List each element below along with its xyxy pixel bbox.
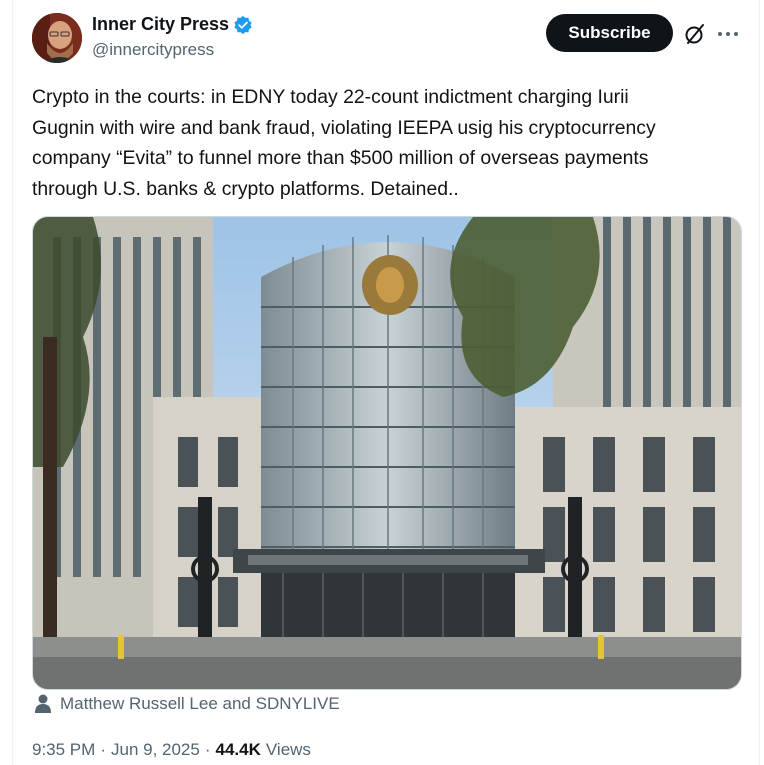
tweet-photo[interactable] <box>32 216 742 690</box>
meta-separator-2: · <box>204 740 211 759</box>
tweet-time[interactable]: 9:35 PM <box>32 740 95 760</box>
grok-icon[interactable] <box>683 22 707 46</box>
views-count[interactable]: 44.4K <box>216 740 261 760</box>
views-label: Views <box>265 740 311 759</box>
media-credit-text[interactable]: Matthew Russell Lee and SDNYLIVE <box>60 694 340 714</box>
author-handle[interactable]: @innercitypress <box>92 40 214 60</box>
subscribe-button[interactable]: Subscribe <box>546 14 673 52</box>
tweet-text: Crypto in the courts: in EDNY today 22-c… <box>32 86 656 200</box>
author-name-row[interactable]: Inner City Press <box>92 14 253 35</box>
more-icon[interactable] <box>715 22 741 46</box>
verified-badge-icon[interactable] <box>233 15 253 35</box>
tweet-date[interactable]: Jun 9, 2025 <box>111 740 200 760</box>
person-icon <box>34 694 52 714</box>
avatar[interactable] <box>32 13 82 63</box>
author-name[interactable]: Inner City Press <box>92 14 229 35</box>
media-credit[interactable]: Matthew Russell Lee and SDNYLIVE <box>34 694 340 714</box>
tweet-meta: 9:35 PM · Jun 9, 2025 · 44.4K Views <box>32 740 311 760</box>
meta-separator: · <box>100 740 106 759</box>
